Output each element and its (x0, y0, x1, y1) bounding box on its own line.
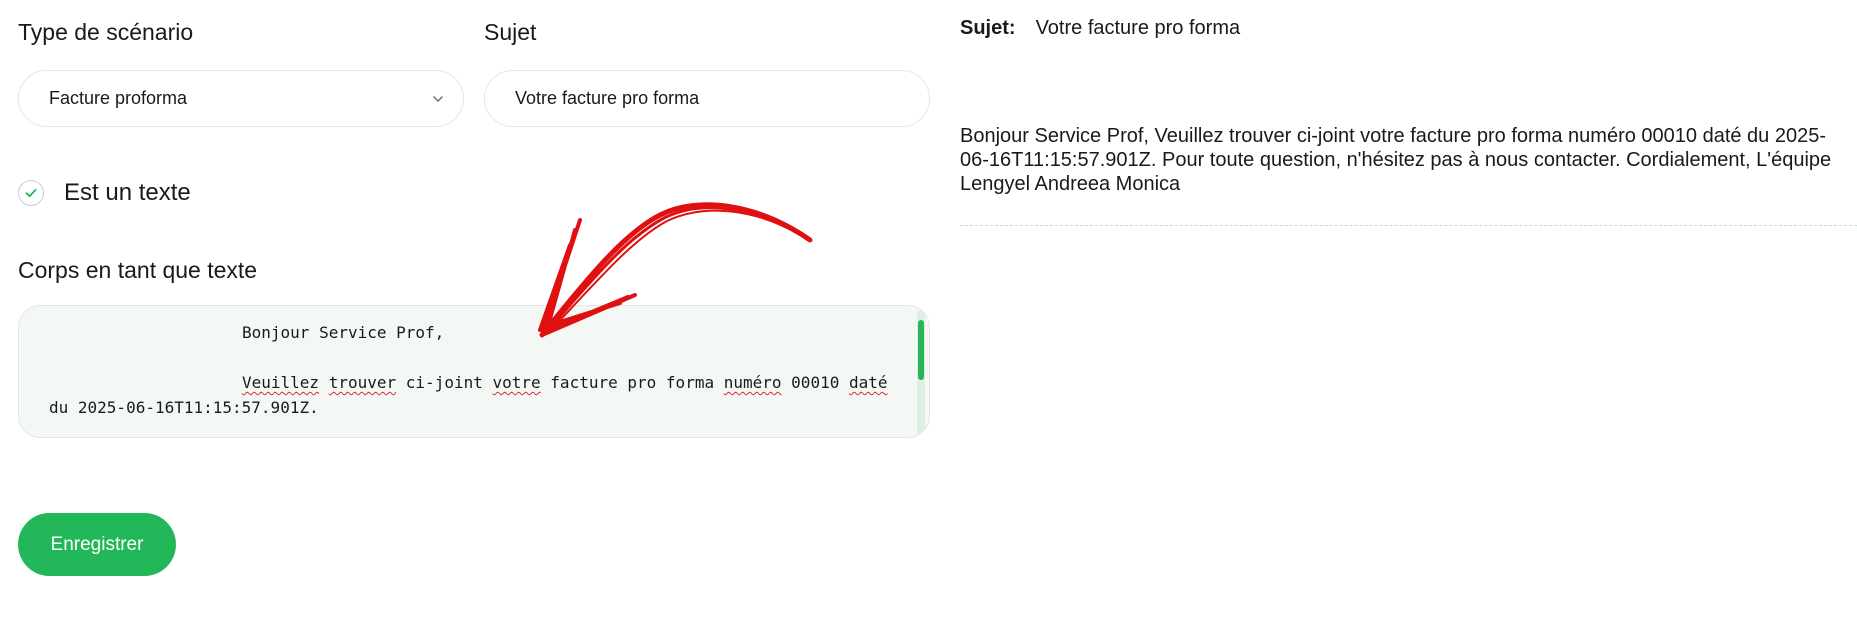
body-word: numéro (723, 373, 782, 392)
textarea-scroll-thumb[interactable] (918, 320, 924, 380)
is-text-label: Est un texte (64, 179, 191, 206)
body-word: pro (627, 373, 657, 392)
body-word: trouver (328, 373, 397, 392)
body-word: facture (550, 373, 618, 392)
body-word: Veuillez (242, 373, 320, 392)
is-text-option[interactable]: Est un texte (18, 179, 191, 207)
check-icon (25, 188, 37, 198)
body-word: ci-joint (405, 373, 483, 392)
textarea-scrollbar[interactable] (917, 310, 925, 435)
scenario-selected-value: Facture proforma (49, 88, 188, 108)
subject-input-value: Votre facture pro forma (515, 88, 700, 108)
scenario-field: Type de scénario Facture proforma (18, 0, 464, 127)
is-text-checkbox[interactable] (18, 180, 44, 206)
chevron-down-icon (433, 95, 443, 102)
body-word: daté (848, 373, 888, 392)
subject-label: Sujet (484, 19, 537, 45)
preview-subject-key: Sujet: (960, 17, 1016, 39)
body-word: forma (665, 373, 715, 392)
subject-input[interactable]: Votre facture pro forma (484, 70, 930, 127)
body-line-3: du 2025-06-16T11:15:57.901Z. (49, 398, 319, 417)
template-form: Type de scénario Facture proforma Sujet … (18, 0, 930, 576)
form-top-row: Type de scénario Facture proforma Sujet … (18, 0, 930, 127)
body-greeting: Bonjour Service Prof, (242, 323, 445, 342)
scenario-label: Type de scénario (18, 19, 194, 45)
scenario-select[interactable]: Facture proforma (18, 70, 464, 127)
save-button[interactable]: Enregistrer (18, 513, 176, 576)
body-word: votre (492, 373, 541, 392)
preview-subject-value: Votre facture pro forma (1035, 17, 1241, 39)
annotation-arrow-icon (538, 202, 813, 338)
subject-field: Sujet Votre facture pro forma (484, 0, 930, 127)
body-word: 00010 (791, 373, 840, 392)
body-text-label: Corps en tant que texte (18, 257, 258, 283)
preview-body: Bonjour Service Prof, Veuillez trouver c… (960, 125, 1832, 195)
preview-divider (960, 225, 1857, 226)
preview-subject: Sujet: Votre facture pro forma (960, 17, 1240, 40)
email-template-editor: Type de scénario Facture proforma Sujet … (0, 0, 1857, 632)
